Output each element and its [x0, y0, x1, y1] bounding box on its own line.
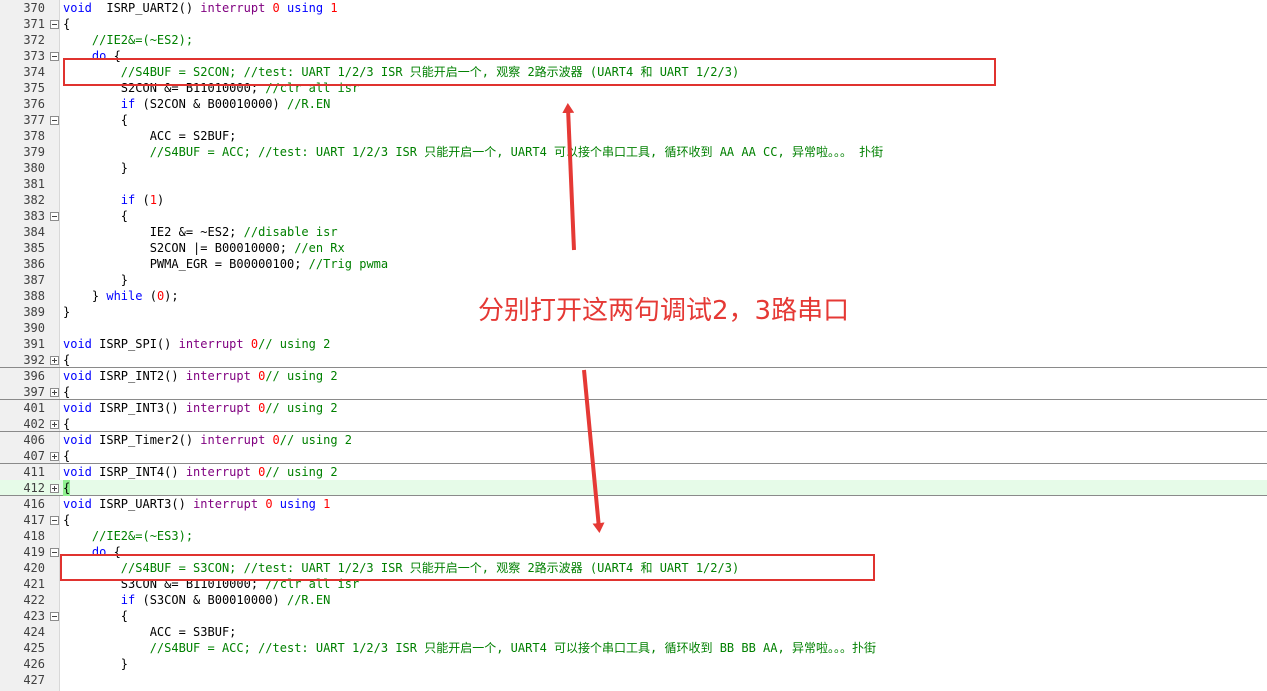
arrow-up — [562, 103, 576, 251]
arrow-down — [582, 369, 605, 533]
annotation-text: 分别打开这两句调试2，3路串口 — [478, 296, 850, 326]
annotation-arrows — [562, 103, 605, 533]
